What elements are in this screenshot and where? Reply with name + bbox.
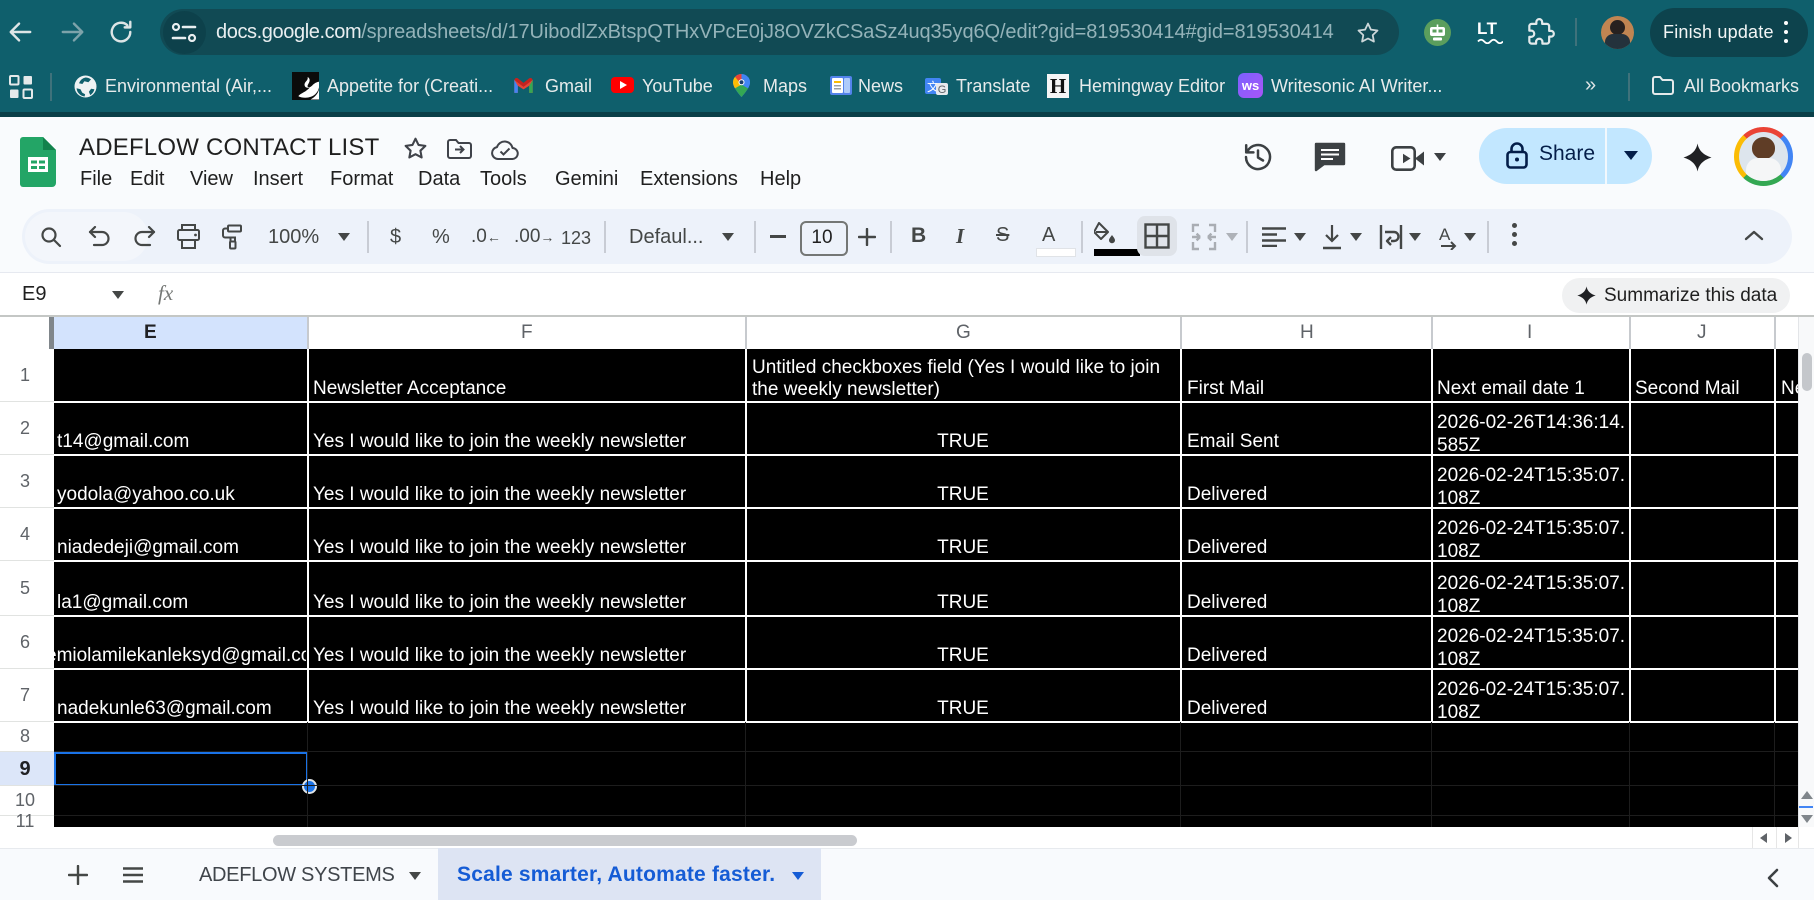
- svg-text:G: G: [938, 84, 947, 96]
- svg-text:A: A: [1439, 225, 1451, 244]
